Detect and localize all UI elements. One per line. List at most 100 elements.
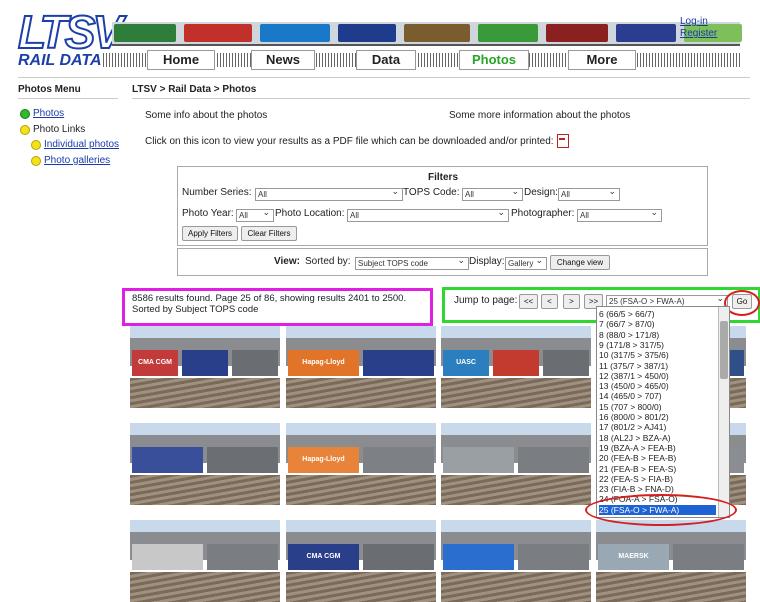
page-option[interactable]: 13 (450/0 > 465/0) (599, 381, 716, 391)
menu-label-photo-links: Photo Links (33, 124, 86, 135)
results-summary: 8586 results found. Page 25 of 86, showi… (132, 293, 406, 315)
page-option[interactable]: 15 (707 > 800/0) (599, 402, 716, 412)
page-option[interactable]: 23 (FIA-B > FNA-D) (599, 484, 716, 494)
register-link[interactable]: Register (680, 28, 717, 39)
thumb-caption-strip (130, 507, 280, 519)
banner-rail (112, 44, 740, 46)
thumb-caption-strip (441, 410, 591, 422)
thumb-track (286, 378, 436, 408)
thumb-caption-strip (130, 410, 280, 422)
site-logo[interactable]: LTSV (17, 8, 124, 56)
page-option[interactable]: 18 (AL2J > BZA-A) (599, 433, 716, 443)
page-option[interactable]: 8 (88/0 > 171/8) (599, 330, 716, 340)
page-option[interactable]: 22 (FEA-S > FIA-B) (599, 474, 716, 484)
thumb-caption-strip (286, 507, 436, 519)
thumb-caption-strip (286, 410, 436, 422)
page-option[interactable]: 14 (465/0 > 707) (599, 391, 716, 401)
thumb-container (673, 544, 744, 570)
photo-thumbnail[interactable] (441, 520, 591, 602)
photo-thumbnail[interactable]: UASC (441, 326, 591, 424)
photo-thumbnail[interactable] (130, 423, 280, 521)
thumb-container (363, 447, 434, 473)
nav-home[interactable]: Home (147, 50, 215, 70)
page-option[interactable]: 12 (387/1 > 450/0) (599, 371, 716, 381)
first-page-button[interactable]: << (519, 294, 538, 309)
thumb-container (363, 350, 434, 376)
nav-news[interactable]: News (251, 50, 315, 70)
thumb-container (132, 544, 203, 570)
nav-photos[interactable]: Photos (459, 50, 529, 70)
menu-link-photos[interactable]: Photos (33, 108, 64, 119)
photo-thumbnail[interactable]: MAERSK (596, 520, 746, 602)
thumb-track (441, 572, 591, 602)
page-option[interactable]: 9 (171/8 > 317/5) (599, 340, 716, 350)
photo-year-select[interactable]: All (236, 207, 274, 222)
thumb-container: MAERSK (598, 544, 669, 570)
change-view-button[interactable]: Change view (550, 255, 610, 270)
thumb-caption-strip (441, 507, 591, 519)
thumb-track (596, 572, 746, 602)
thumb-container (493, 350, 539, 376)
pdf-icon[interactable] (557, 134, 569, 148)
menu-divider (18, 98, 118, 99)
page-option[interactable]: 11 (375/7 > 387/1) (599, 361, 716, 371)
thumb-container (543, 350, 589, 376)
tops-code-select[interactable]: All (462, 186, 523, 201)
thumb-track (130, 572, 280, 602)
display-select[interactable]: Gallery (505, 255, 547, 270)
nav-data[interactable]: Data (356, 50, 416, 70)
page-option[interactable]: 16 (800/0 > 801/2) (599, 412, 716, 422)
photo-thumbnail[interactable] (441, 423, 591, 521)
menu-item-photos[interactable]: Photos (20, 108, 64, 119)
prev-page-button[interactable]: < (541, 294, 558, 309)
page-dropdown-list[interactable]: 6 (66/5 > 66/7) 7 (66/7 > 87/0) 8 (88/0 > … (596, 306, 730, 518)
thumb-container (232, 350, 278, 376)
jump-to-page-label: Jump to page: (454, 295, 518, 306)
header-train-banner (112, 22, 742, 44)
filters-panel: Filters Number Series: All TOPS Code: Al… (177, 166, 708, 246)
page-option[interactable]: 21 (FEA-B > FEA-S) (599, 464, 716, 474)
photographer-select[interactable]: All (577, 207, 662, 222)
filters-title: Filters (428, 172, 459, 183)
banner-wagon (338, 24, 396, 42)
photographer-label: Photographer: (511, 208, 575, 219)
photo-thumbnail[interactable] (130, 520, 280, 602)
number-series-select[interactable]: All (255, 186, 403, 201)
results-sort-text: Sorted by Subject TOPS code (132, 304, 259, 315)
page-option[interactable]: 7 (66/7 > 87/0) (599, 319, 716, 329)
nav-more[interactable]: More (568, 50, 636, 70)
menu-item-photo-galleries[interactable]: Photo galleries (31, 155, 110, 166)
apply-filters-button[interactable]: Apply Filters (182, 226, 238, 241)
breadcrumb: LTSV > Rail Data > Photos (132, 84, 257, 95)
page-option[interactable]: 6 (66/5 > 66/7) (599, 309, 716, 319)
sort-select[interactable]: Subject TOPS code (355, 255, 469, 270)
design-select[interactable]: All (558, 186, 620, 201)
view-panel: View: Sorted by: Subject TOPS code Displ… (177, 248, 708, 276)
selected-option-highlight-circle (585, 494, 737, 526)
photo-thumbnail[interactable]: Hapag-Lloyd (286, 326, 436, 424)
photo-thumbnail[interactable]: CMA CGM (130, 326, 280, 424)
page-option[interactable]: 19 (BZA-A > FEA-B) (599, 443, 716, 453)
menu-link-individual-photos[interactable]: Individual photos (44, 139, 119, 150)
menu-item-individual-photos[interactable]: Individual photos (31, 139, 119, 150)
photo-thumbnail[interactable]: Hapag-Lloyd (286, 423, 436, 521)
next-page-button[interactable]: > (563, 294, 580, 309)
page-option[interactable]: 17 (801/2 > AJ41) (599, 422, 716, 432)
photo-thumbnail[interactable]: CMA CGM (286, 520, 436, 602)
dropdown-scrollbar[interactable] (718, 307, 729, 517)
results-count-text: 8586 results found. Page 25 of 86, showi… (132, 293, 407, 304)
login-link[interactable]: Log-in (680, 16, 708, 27)
banner-wagon (546, 24, 608, 42)
clear-filters-button[interactable]: Clear Filters (241, 226, 297, 241)
thumb-container: UASC (443, 350, 489, 376)
photo-location-select[interactable]: All (347, 207, 509, 222)
sorted-by-label: Sorted by: (305, 256, 351, 267)
menu-link-photo-galleries[interactable]: Photo galleries (44, 155, 110, 166)
dropdown-scrollbar-thumb[interactable] (720, 321, 728, 379)
tops-code-label: TOPS Code: (403, 187, 460, 198)
content-divider (132, 98, 750, 99)
photo-location-label: Photo Location: (275, 208, 345, 219)
thumb-container (182, 350, 228, 376)
page-option[interactable]: 20 (FEA-B > FEA-B) (599, 453, 716, 463)
page-option[interactable]: 10 (317/5 > 375/6) (599, 350, 716, 360)
